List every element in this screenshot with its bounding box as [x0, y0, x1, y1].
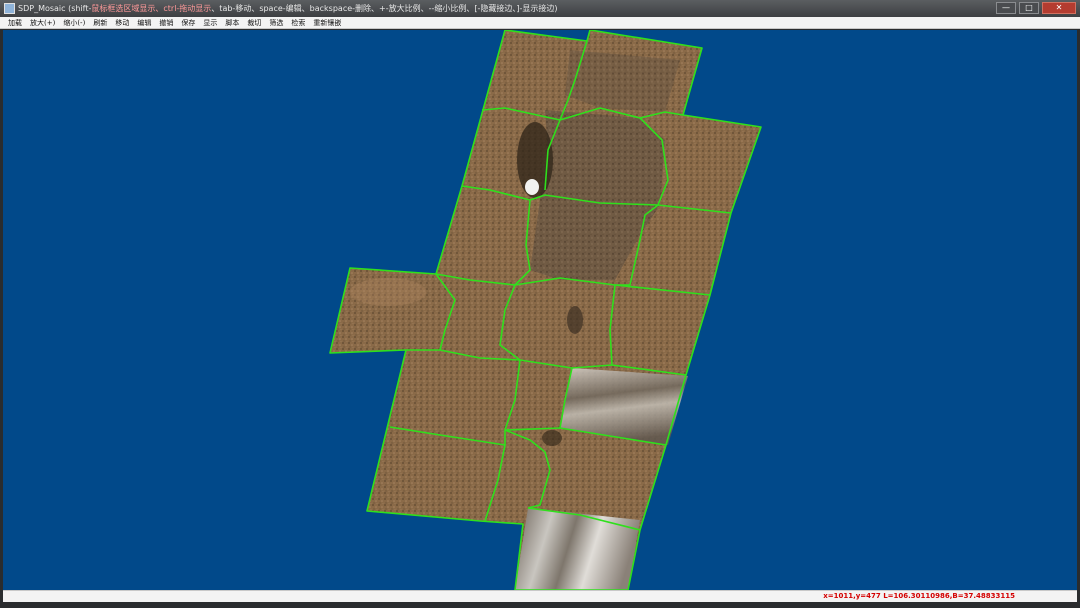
window-controls: — □ ✕ [996, 0, 1076, 17]
menu-edit[interactable]: 编辑 [137, 18, 151, 28]
menu-zoom-out[interactable]: 缩小(-) [63, 18, 85, 28]
menu-filter[interactable]: 筛选 [269, 18, 283, 28]
menu-refresh[interactable]: 刷新 [93, 18, 107, 28]
menu-move[interactable]: 移动 [115, 18, 129, 28]
window-title-suffix: 、tab-移动、space-编辑、backspace-删除、+-放大比例、--缩… [211, 4, 558, 13]
status-bar: x=1011,y=477 L=106.30110986,B=37.4883311… [3, 590, 1077, 602]
coordinate-readout: x=1011,y=477 L=106.30110986,B=37.4883311… [823, 592, 1015, 600]
menu-save[interactable]: 保存 [181, 18, 195, 28]
menu-script[interactable]: 脚本 [225, 18, 239, 28]
window-title-prefix: SDP_Mosaic (shift- [18, 4, 92, 13]
mosaic-imagery [330, 30, 761, 590]
menu-undo[interactable]: 撤销 [159, 18, 173, 28]
app-window: SDP_Mosaic (shift-鼠标框选区域显示、ctrl-拖动显示、tab… [0, 0, 1080, 608]
menu-display[interactable]: 显示 [203, 18, 217, 28]
menu-remosaic[interactable]: 重新镶嵌 [313, 18, 341, 28]
window-bottom-border [0, 602, 1080, 608]
map-canvas[interactable] [3, 30, 1077, 590]
window-title-highlight: 鼠标框选区域显示、ctrl-拖动显示 [91, 4, 212, 13]
title-bar: SDP_Mosaic (shift-鼠标框选区域显示、ctrl-拖动显示、tab… [0, 0, 1080, 17]
maximize-button[interactable]: □ [1019, 2, 1039, 14]
menu-load[interactable]: 加载 [8, 18, 22, 28]
menu-clip[interactable]: 裁切 [247, 18, 261, 28]
close-button[interactable]: ✕ [1042, 2, 1076, 14]
menu-zoom-in[interactable]: 放大(+) [30, 18, 55, 28]
menu-search[interactable]: 检索 [291, 18, 305, 28]
menu-bar: 加载 放大(+) 缩小(-) 刷新 移动 编辑 撤销 保存 显示 脚本 裁切 筛… [0, 17, 1080, 29]
app-icon [4, 3, 15, 14]
window-title: SDP_Mosaic (shift-鼠标框选区域显示、ctrl-拖动显示、tab… [18, 0, 558, 17]
minimize-button[interactable]: — [996, 2, 1016, 14]
mosaic-view[interactable] [3, 30, 1077, 590]
